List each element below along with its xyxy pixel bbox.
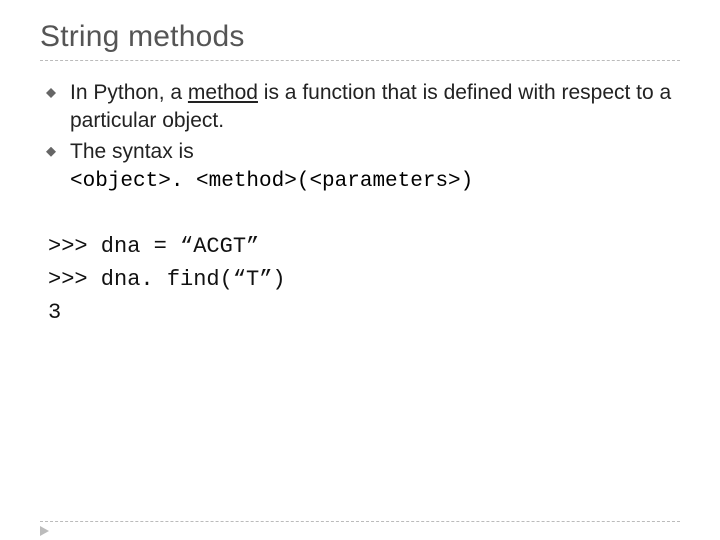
code-line: >>> dna. find(“T”) (48, 267, 286, 292)
bullet-text-underlined: method (188, 81, 258, 104)
slide-marker-icon (40, 526, 49, 536)
code-block: >>> dna = “ACGT” >>> dna. find(“T”) 3 (48, 230, 680, 329)
bullet-list: In Python, a method is a function that i… (46, 79, 680, 166)
bullet-text-pre: The syntax is (70, 140, 194, 163)
slide-title: String methods (40, 20, 680, 54)
slide: String methods In Python, a method is a … (0, 0, 720, 540)
title-divider (40, 60, 680, 61)
code-line: >>> dna = “ACGT” (48, 234, 259, 259)
footer (40, 521, 680, 522)
bullet-item: The syntax is (46, 138, 680, 166)
title-block: String methods (40, 20, 680, 61)
syntax-line: <object>. <method>(<parameters>) (46, 168, 680, 196)
footer-divider (40, 521, 680, 522)
bullet-text-pre: In Python, a (70, 81, 188, 104)
slide-body: In Python, a method is a function that i… (40, 79, 680, 329)
bullet-item: In Python, a method is a function that i… (46, 79, 680, 136)
code-line: 3 (48, 300, 61, 325)
